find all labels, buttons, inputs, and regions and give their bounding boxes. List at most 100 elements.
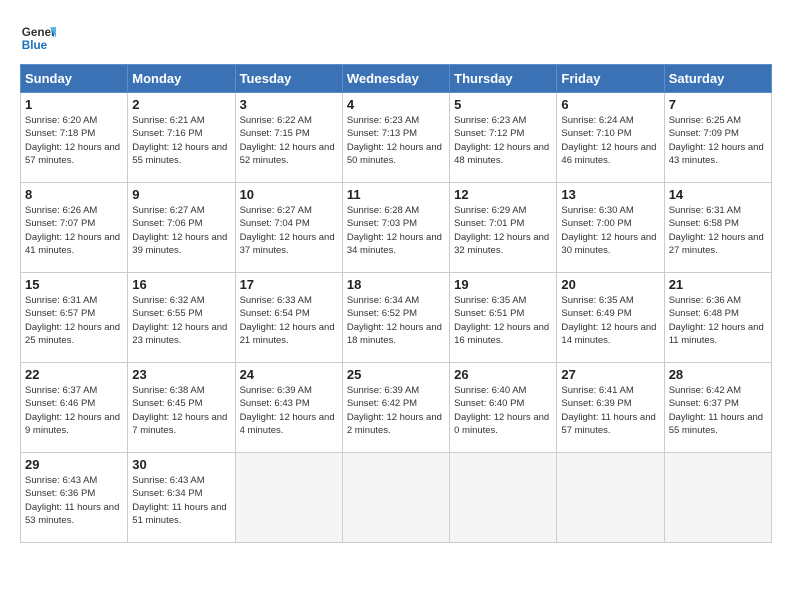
day-info: Sunrise: 6:27 AMSunset: 7:04 PMDaylight:…: [240, 205, 335, 256]
calendar-cell: [664, 453, 771, 543]
calendar-cell: 15 Sunrise: 6:31 AMSunset: 6:57 PMDaylig…: [21, 273, 128, 363]
day-number: 25: [347, 367, 445, 382]
day-number: 11: [347, 187, 445, 202]
day-number: 24: [240, 367, 338, 382]
calendar-week-row: 1 Sunrise: 6:20 AMSunset: 7:18 PMDayligh…: [21, 93, 772, 183]
calendar-cell: 30 Sunrise: 6:43 AMSunset: 6:34 PMDaylig…: [128, 453, 235, 543]
calendar-cell: 20 Sunrise: 6:35 AMSunset: 6:49 PMDaylig…: [557, 273, 664, 363]
day-info: Sunrise: 6:39 AMSunset: 6:42 PMDaylight:…: [347, 385, 442, 436]
calendar-cell: [450, 453, 557, 543]
day-number: 9: [132, 187, 230, 202]
day-number: 20: [561, 277, 659, 292]
day-number: 2: [132, 97, 230, 112]
calendar-cell: 6 Sunrise: 6:24 AMSunset: 7:10 PMDayligh…: [557, 93, 664, 183]
day-info: Sunrise: 6:40 AMSunset: 6:40 PMDaylight:…: [454, 385, 549, 436]
calendar-cell: 11 Sunrise: 6:28 AMSunset: 7:03 PMDaylig…: [342, 183, 449, 273]
calendar-week-row: 15 Sunrise: 6:31 AMSunset: 6:57 PMDaylig…: [21, 273, 772, 363]
day-info: Sunrise: 6:29 AMSunset: 7:01 PMDaylight:…: [454, 205, 549, 256]
day-info: Sunrise: 6:21 AMSunset: 7:16 PMDaylight:…: [132, 115, 227, 166]
calendar-cell: 12 Sunrise: 6:29 AMSunset: 7:01 PMDaylig…: [450, 183, 557, 273]
day-info: Sunrise: 6:42 AMSunset: 6:37 PMDaylight:…: [669, 385, 763, 436]
svg-text:Blue: Blue: [22, 39, 48, 52]
day-number: 19: [454, 277, 552, 292]
day-number: 22: [25, 367, 123, 382]
day-info: Sunrise: 6:33 AMSunset: 6:54 PMDaylight:…: [240, 295, 335, 346]
calendar-cell: 10 Sunrise: 6:27 AMSunset: 7:04 PMDaylig…: [235, 183, 342, 273]
calendar-cell: 18 Sunrise: 6:34 AMSunset: 6:52 PMDaylig…: [342, 273, 449, 363]
day-info: Sunrise: 6:26 AMSunset: 7:07 PMDaylight:…: [25, 205, 120, 256]
calendar-cell: 27 Sunrise: 6:41 AMSunset: 6:39 PMDaylig…: [557, 363, 664, 453]
day-number: 26: [454, 367, 552, 382]
weekday-header: Saturday: [664, 65, 771, 93]
calendar-cell: 9 Sunrise: 6:27 AMSunset: 7:06 PMDayligh…: [128, 183, 235, 273]
calendar-cell: 25 Sunrise: 6:39 AMSunset: 6:42 PMDaylig…: [342, 363, 449, 453]
day-info: Sunrise: 6:28 AMSunset: 7:03 PMDaylight:…: [347, 205, 442, 256]
calendar-cell: 19 Sunrise: 6:35 AMSunset: 6:51 PMDaylig…: [450, 273, 557, 363]
day-info: Sunrise: 6:35 AMSunset: 6:49 PMDaylight:…: [561, 295, 656, 346]
day-info: Sunrise: 6:38 AMSunset: 6:45 PMDaylight:…: [132, 385, 227, 436]
day-info: Sunrise: 6:43 AMSunset: 6:36 PMDaylight:…: [25, 475, 119, 526]
calendar-cell: [342, 453, 449, 543]
calendar-cell: 21 Sunrise: 6:36 AMSunset: 6:48 PMDaylig…: [664, 273, 771, 363]
weekday-header: Sunday: [21, 65, 128, 93]
weekday-header: Friday: [557, 65, 664, 93]
day-number: 10: [240, 187, 338, 202]
day-number: 13: [561, 187, 659, 202]
day-number: 23: [132, 367, 230, 382]
day-info: Sunrise: 6:41 AMSunset: 6:39 PMDaylight:…: [561, 385, 655, 436]
day-info: Sunrise: 6:37 AMSunset: 6:46 PMDaylight:…: [25, 385, 120, 436]
day-number: 29: [25, 457, 123, 472]
day-info: Sunrise: 6:22 AMSunset: 7:15 PMDaylight:…: [240, 115, 335, 166]
day-number: 1: [25, 97, 123, 112]
logo: General Blue: [20, 20, 56, 56]
calendar-cell: 8 Sunrise: 6:26 AMSunset: 7:07 PMDayligh…: [21, 183, 128, 273]
calendar-week-row: 8 Sunrise: 6:26 AMSunset: 7:07 PMDayligh…: [21, 183, 772, 273]
day-number: 27: [561, 367, 659, 382]
day-info: Sunrise: 6:23 AMSunset: 7:13 PMDaylight:…: [347, 115, 442, 166]
day-info: Sunrise: 6:25 AMSunset: 7:09 PMDaylight:…: [669, 115, 764, 166]
day-number: 4: [347, 97, 445, 112]
day-info: Sunrise: 6:36 AMSunset: 6:48 PMDaylight:…: [669, 295, 764, 346]
day-info: Sunrise: 6:31 AMSunset: 6:57 PMDaylight:…: [25, 295, 120, 346]
calendar-cell: 16 Sunrise: 6:32 AMSunset: 6:55 PMDaylig…: [128, 273, 235, 363]
calendar-cell: 29 Sunrise: 6:43 AMSunset: 6:36 PMDaylig…: [21, 453, 128, 543]
day-info: Sunrise: 6:24 AMSunset: 7:10 PMDaylight:…: [561, 115, 656, 166]
calendar-cell: [557, 453, 664, 543]
day-number: 8: [25, 187, 123, 202]
weekday-header: Wednesday: [342, 65, 449, 93]
day-number: 5: [454, 97, 552, 112]
calendar-cell: 5 Sunrise: 6:23 AMSunset: 7:12 PMDayligh…: [450, 93, 557, 183]
day-info: Sunrise: 6:34 AMSunset: 6:52 PMDaylight:…: [347, 295, 442, 346]
day-info: Sunrise: 6:39 AMSunset: 6:43 PMDaylight:…: [240, 385, 335, 436]
page-header: General Blue: [20, 20, 772, 56]
calendar-week-row: 29 Sunrise: 6:43 AMSunset: 6:36 PMDaylig…: [21, 453, 772, 543]
day-info: Sunrise: 6:43 AMSunset: 6:34 PMDaylight:…: [132, 475, 226, 526]
calendar-cell: 28 Sunrise: 6:42 AMSunset: 6:37 PMDaylig…: [664, 363, 771, 453]
day-info: Sunrise: 6:20 AMSunset: 7:18 PMDaylight:…: [25, 115, 120, 166]
calendar-cell: 3 Sunrise: 6:22 AMSunset: 7:15 PMDayligh…: [235, 93, 342, 183]
calendar-cell: 14 Sunrise: 6:31 AMSunset: 6:58 PMDaylig…: [664, 183, 771, 273]
day-number: 30: [132, 457, 230, 472]
day-info: Sunrise: 6:23 AMSunset: 7:12 PMDaylight:…: [454, 115, 549, 166]
calendar-cell: 7 Sunrise: 6:25 AMSunset: 7:09 PMDayligh…: [664, 93, 771, 183]
weekday-header: Monday: [128, 65, 235, 93]
day-number: 15: [25, 277, 123, 292]
calendar-cell: 23 Sunrise: 6:38 AMSunset: 6:45 PMDaylig…: [128, 363, 235, 453]
day-info: Sunrise: 6:32 AMSunset: 6:55 PMDaylight:…: [132, 295, 227, 346]
day-info: Sunrise: 6:27 AMSunset: 7:06 PMDaylight:…: [132, 205, 227, 256]
calendar-cell: 1 Sunrise: 6:20 AMSunset: 7:18 PMDayligh…: [21, 93, 128, 183]
day-number: 3: [240, 97, 338, 112]
calendar-cell: 2 Sunrise: 6:21 AMSunset: 7:16 PMDayligh…: [128, 93, 235, 183]
day-number: 28: [669, 367, 767, 382]
day-info: Sunrise: 6:31 AMSunset: 6:58 PMDaylight:…: [669, 205, 764, 256]
calendar-cell: 24 Sunrise: 6:39 AMSunset: 6:43 PMDaylig…: [235, 363, 342, 453]
day-number: 12: [454, 187, 552, 202]
weekday-header: Tuesday: [235, 65, 342, 93]
day-number: 14: [669, 187, 767, 202]
weekday-header: Thursday: [450, 65, 557, 93]
calendar-cell: 17 Sunrise: 6:33 AMSunset: 6:54 PMDaylig…: [235, 273, 342, 363]
day-info: Sunrise: 6:30 AMSunset: 7:00 PMDaylight:…: [561, 205, 656, 256]
calendar-week-row: 22 Sunrise: 6:37 AMSunset: 6:46 PMDaylig…: [21, 363, 772, 453]
day-number: 17: [240, 277, 338, 292]
logo-icon: General Blue: [20, 20, 56, 56]
